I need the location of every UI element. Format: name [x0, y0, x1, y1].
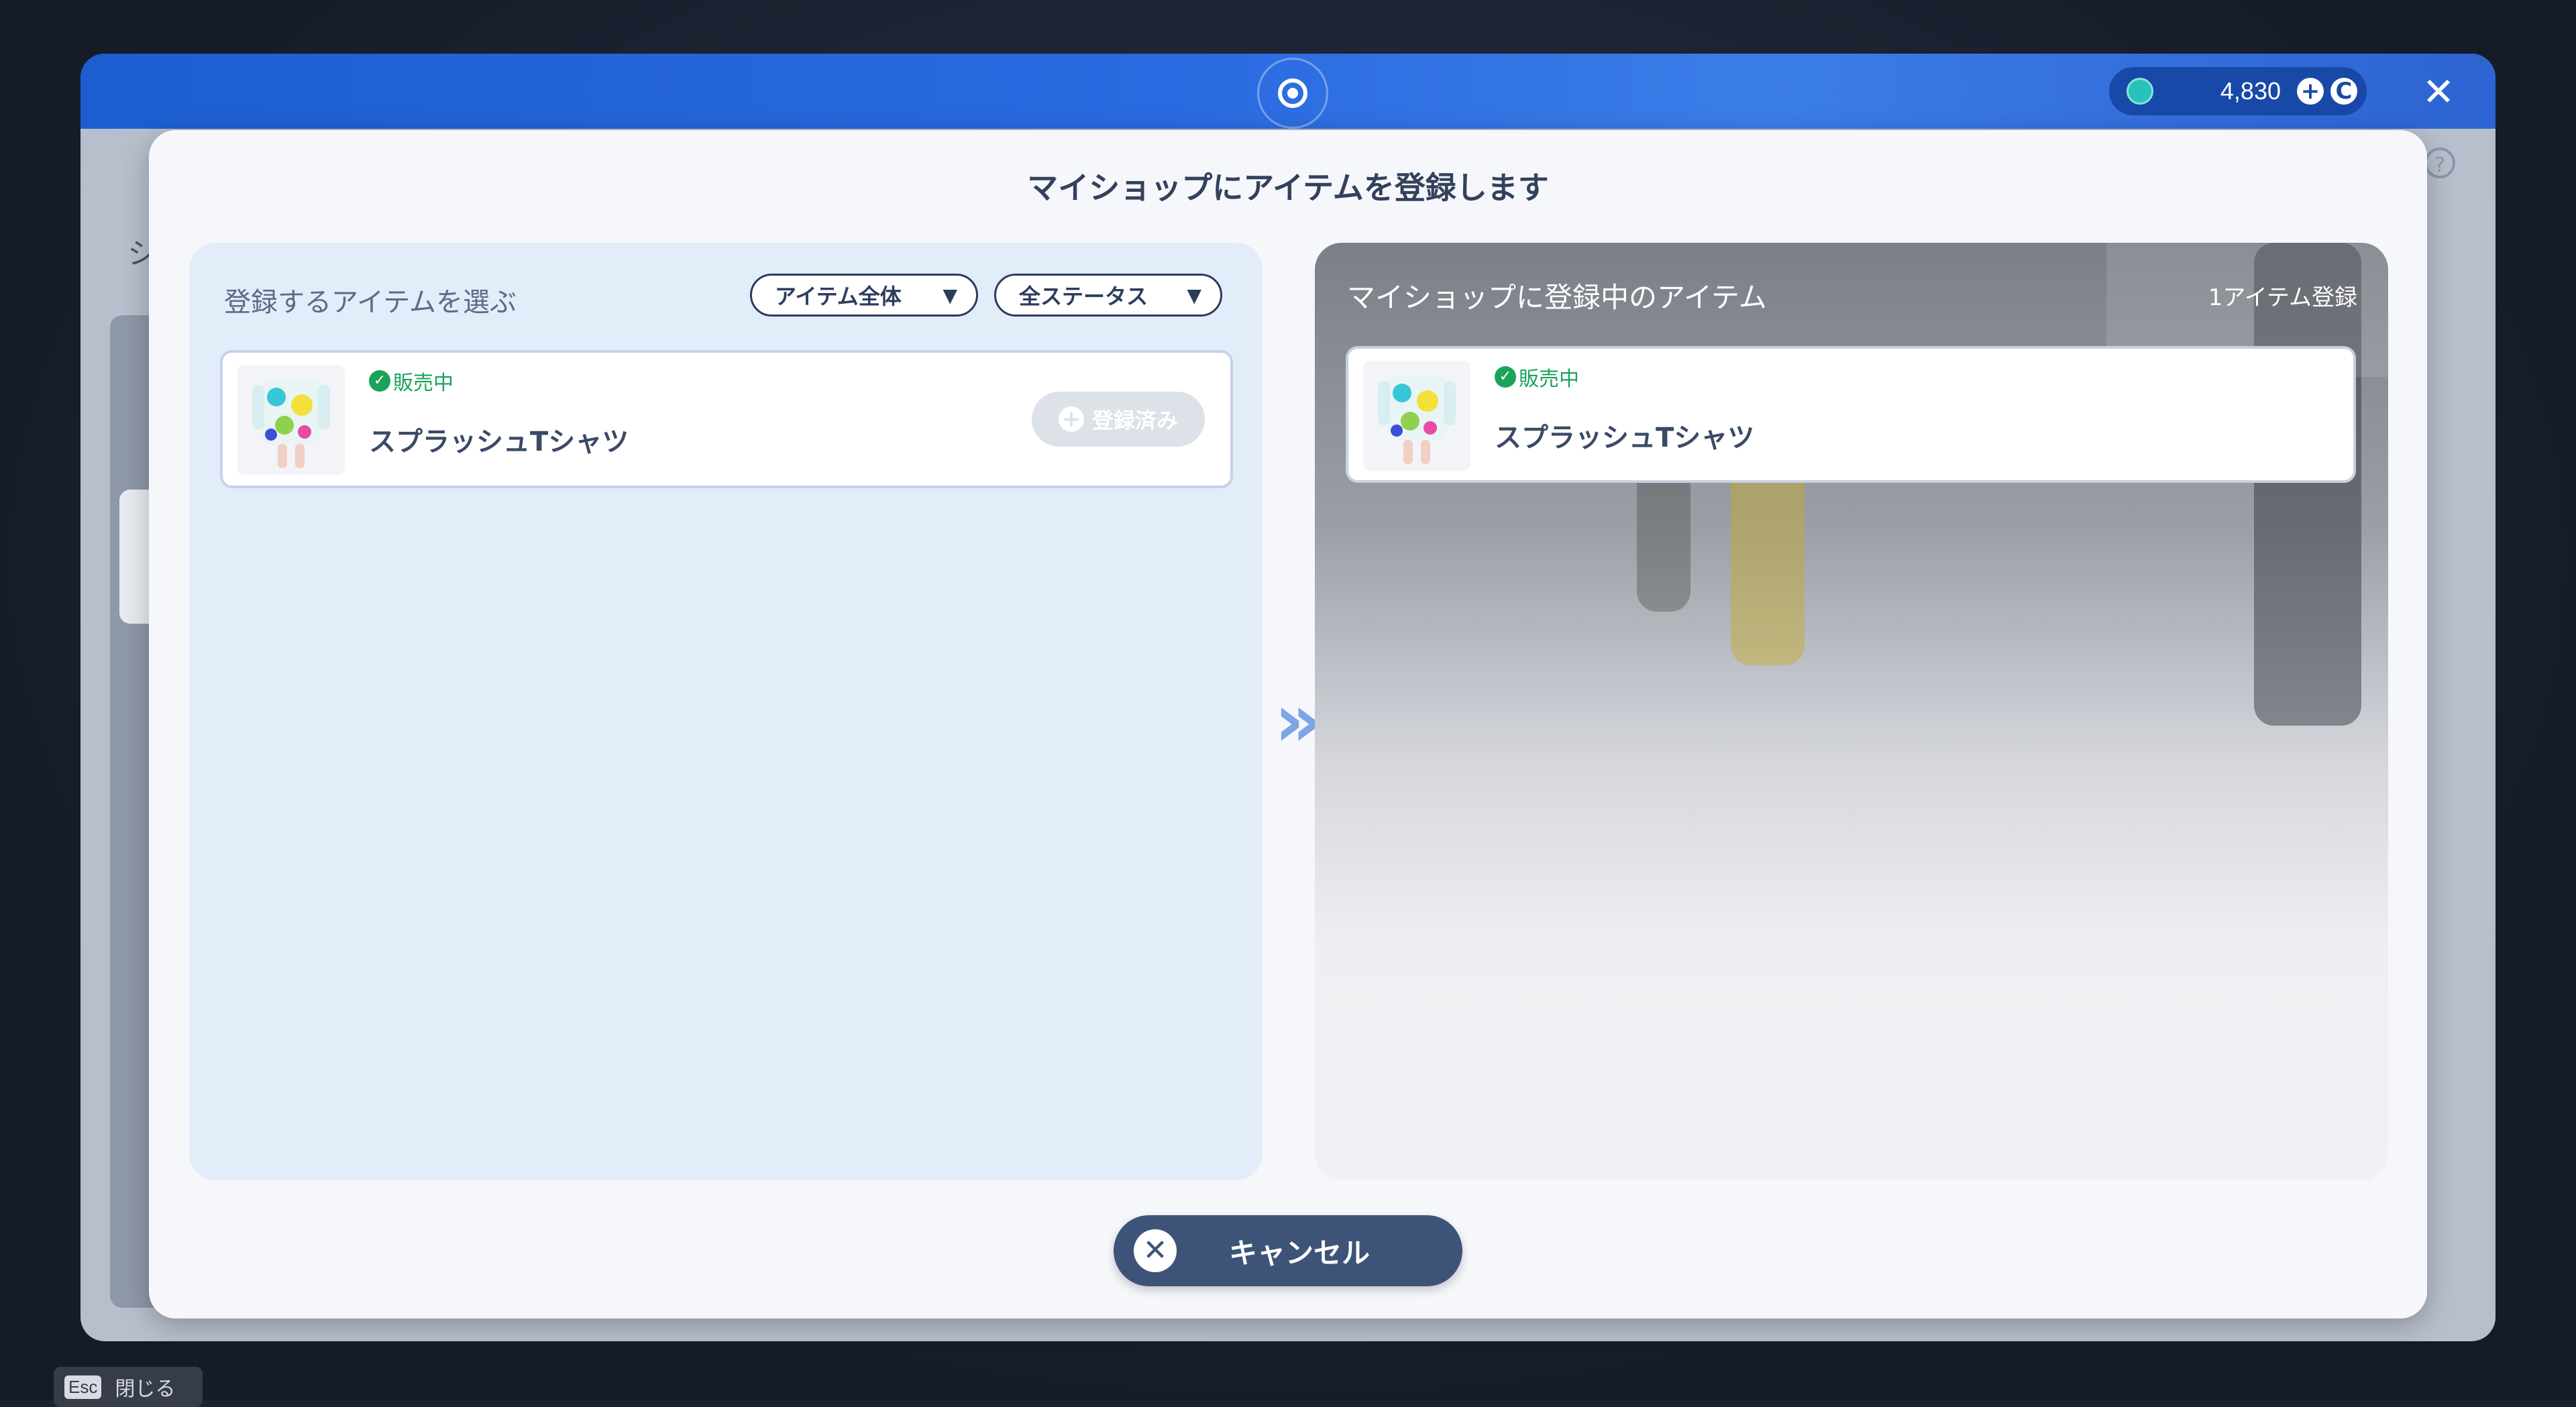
on-sale-status: ✓ 販売中	[1495, 362, 1579, 392]
tshirt-thumbnail	[237, 365, 345, 475]
item-selection-panel: 登録するアイテムを選ぶ アイテム全体 ▼ 全ステータス ▼ ✓ 販売中 スプラッ…	[189, 243, 1263, 1180]
mannequin-silhouette	[1637, 464, 1690, 612]
status-label: 販売中	[393, 372, 453, 395]
check-circle-icon: ✓	[369, 370, 390, 392]
item-name: スプラッシュTシャツ	[1495, 423, 1755, 453]
coin-icon: C	[2330, 78, 2357, 105]
check-circle-icon: ✓	[1495, 366, 1516, 388]
app-header: 4,830 + C ✕	[80, 54, 2496, 129]
currency-amount: 4,830	[2220, 77, 2281, 105]
status-filter-dropdown[interactable]: 全ステータス ▼	[994, 274, 1222, 317]
logo-emblem-icon	[1257, 58, 1328, 129]
caret-down-icon: ▼	[1187, 284, 1201, 306]
esc-close-label: 閉じる	[115, 1377, 176, 1401]
category-filter-dropdown[interactable]: アイテム全体 ▼	[750, 274, 978, 317]
item-card[interactable]: ✓ 販売中 スプラッシュTシャツ + 登録済み	[220, 350, 1233, 488]
item-name: スプラッシュTシャツ	[369, 427, 629, 457]
registered-count: 1アイテム登録	[2208, 284, 2357, 311]
add-currency-button[interactable]: +	[2297, 78, 2324, 105]
registered-items-panel: マイショップに登録中のアイテム 1アイテム登録 ✓ 販売中 スプラッシュTシャツ	[1315, 243, 2388, 1180]
on-sale-status: ✓ 販売中	[369, 366, 453, 396]
registered-label: 登録済み	[1091, 408, 1178, 433]
help-icon[interactable]: ?	[2424, 148, 2455, 178]
modal-title: マイショップにアイテムを登録します	[1027, 170, 1549, 206]
cancel-label: キャンセル	[1228, 1236, 1370, 1270]
esc-close-hint[interactable]: Esc 閉じる	[54, 1367, 203, 1407]
plus-circle-icon: +	[1058, 406, 1084, 432]
esc-key-badge: Esc	[64, 1375, 102, 1399]
close-icon: ✕	[1134, 1229, 1177, 1272]
tshirt-thumbnail	[1363, 361, 1470, 471]
registered-heading: マイショップに登録中のアイテム	[1347, 281, 1767, 314]
close-window-button[interactable]: ✕	[2415, 68, 2462, 115]
currency-balance: 4,830 + C	[2109, 67, 2367, 115]
cancel-button[interactable]: ✕ キャンセル	[1114, 1215, 1462, 1286]
registered-item-card[interactable]: ✓ 販売中 スプラッシュTシャツ	[1346, 346, 2356, 483]
gem-icon	[2127, 78, 2153, 105]
status-label: 販売中	[1519, 368, 1579, 391]
registered-button: + 登録済み	[1032, 392, 1205, 447]
register-item-modal: マイショップにアイテムを登録します 登録するアイテムを選ぶ アイテム全体 ▼ 全…	[149, 130, 2427, 1318]
status-filter-label: 全ステータス	[1019, 284, 1148, 309]
selection-heading: 登録するアイテムを選ぶ	[224, 287, 517, 318]
caret-down-icon: ▼	[943, 284, 957, 306]
category-filter-label: アイテム全体	[775, 284, 902, 309]
mannequin-silhouette	[1731, 464, 1805, 665]
